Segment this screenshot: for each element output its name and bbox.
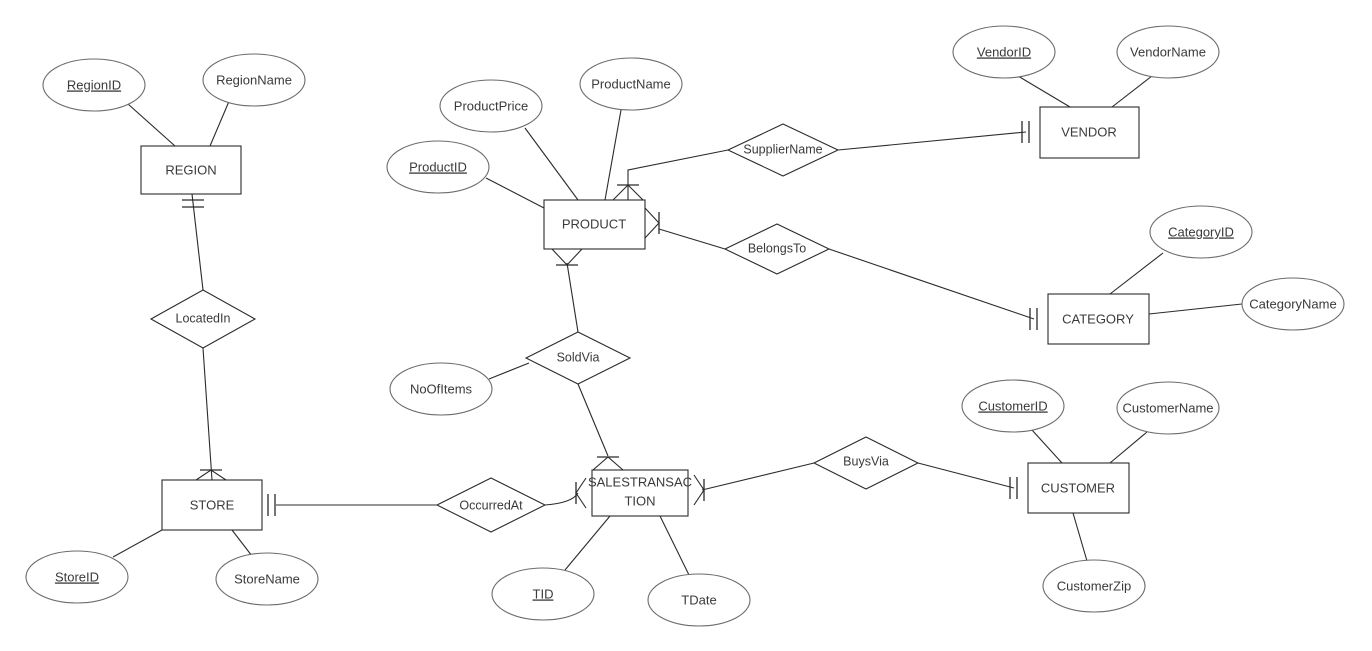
attribute-categoryid-label: CategoryID — [1168, 224, 1234, 239]
attribute-noofitems-label: NoOfItems — [410, 381, 473, 396]
link-buysvia-customer — [917, 462, 1015, 489]
attribute-productprice-label: ProductPrice — [454, 98, 528, 113]
attribute-productprice[interactable]: ProductPrice — [439, 79, 543, 133]
entity-region[interactable]: REGION — [140, 145, 242, 195]
entity-store[interactable]: STORE — [161, 479, 263, 531]
link-product-soldvia — [566, 262, 579, 333]
attribute-productid[interactable]: ProductID — [386, 140, 490, 194]
link-product-belongsto — [658, 228, 726, 250]
attribute-vendorname-label: VendorName — [1130, 44, 1206, 59]
attribute-productid-label: ProductID — [409, 159, 467, 174]
attribute-categoryname[interactable]: CategoryName — [1241, 277, 1345, 331]
attribute-customername[interactable]: CustomerName — [1116, 381, 1220, 435]
entity-product-label: PRODUCT — [562, 216, 626, 231]
attribute-regionname[interactable]: RegionName — [202, 53, 306, 107]
attribute-regionname-label: RegionName — [216, 72, 292, 87]
entity-category-label: CATEGORY — [1062, 311, 1134, 326]
attribute-tdate-label: TDate — [681, 592, 716, 607]
link-store-storeid — [112, 529, 163, 558]
link-locatedin-store — [202, 347, 213, 481]
link-vendor-vendorid — [1017, 75, 1071, 108]
relationship-occurredat-label: OccurredAt — [459, 498, 523, 512]
link-belongsto-category — [828, 248, 1035, 320]
relationship-belongsto[interactable]: BelongsTo — [723, 223, 831, 275]
relationship-suppliername[interactable]: SupplierName — [726, 123, 840, 177]
attribute-regionid-label: RegionID — [67, 77, 121, 92]
entity-salestransaction-label-line2: TION — [624, 493, 655, 508]
entity-customer-label: CUSTOMER — [1041, 480, 1115, 495]
attribute-vendorid-label: VendorID — [977, 44, 1031, 59]
attribute-customerzip-label: CustomerZip — [1057, 578, 1131, 593]
attribute-customerid[interactable]: CustomerID — [961, 379, 1065, 433]
attribute-categoryid[interactable]: CategoryID — [1149, 205, 1253, 259]
attribute-regionid[interactable]: RegionID — [42, 58, 146, 112]
attribute-storeid-label: StoreID — [55, 569, 99, 584]
attribute-tid[interactable]: TID — [491, 567, 595, 621]
attribute-productname-label: ProductName — [591, 76, 670, 91]
entity-vendor[interactable]: VENDOR — [1039, 106, 1140, 159]
entity-customer[interactable]: CUSTOMER — [1027, 462, 1130, 514]
link-vendor-vendorname — [1111, 75, 1153, 108]
entity-product[interactable]: PRODUCT — [543, 199, 646, 250]
attribute-productname[interactable]: ProductName — [579, 57, 683, 111]
attribute-storename-label: StoreName — [234, 571, 300, 586]
link-occurredat-salestransaction — [544, 492, 579, 506]
relationship-buysvia-label: BuysVia — [843, 454, 889, 468]
entity-region-label: REGION — [165, 162, 216, 177]
entity-boxes: REGION STORE PRODUCT VENDOR CATEGORY SAL… — [140, 106, 1150, 531]
attribute-customerzip[interactable]: CustomerZip — [1042, 559, 1146, 613]
er-diagram-canvas: LocatedIn SupplierName BelongsTo SoldVia… — [0, 0, 1372, 651]
link-salestransaction-tid — [564, 515, 611, 571]
link-region-regionid — [127, 103, 176, 147]
link-category-categoryname — [1148, 303, 1243, 315]
entity-store-label: STORE — [190, 497, 235, 512]
relationship-locatedin[interactable]: LocatedIn — [149, 289, 257, 349]
attribute-noofitems[interactable]: NoOfItems — [389, 362, 493, 416]
link-customer-customerid — [1031, 429, 1063, 464]
entity-category[interactable]: CATEGORY — [1047, 293, 1150, 345]
cardinality-many-product-right — [644, 207, 660, 239]
attribute-customerid-label: CustomerID — [978, 398, 1047, 413]
link-region-regionname — [209, 98, 231, 147]
link-soldvia-salestransaction — [577, 383, 609, 457]
relationship-suppliername-label: SupplierName — [743, 142, 822, 156]
attribute-vendorid[interactable]: VendorID — [952, 25, 1056, 79]
attribute-categoryname-label: CategoryName — [1249, 296, 1336, 311]
cardinality-many-salestransaction-top — [592, 456, 624, 471]
attribute-storeid[interactable]: StoreID — [25, 550, 129, 604]
entity-vendor-label: VENDOR — [1061, 124, 1117, 139]
cardinality-many-product-bottom — [551, 248, 583, 266]
er-diagram-svg: LocatedIn SupplierName BelongsTo SoldVia… — [25, 25, 1345, 627]
entity-salestransaction[interactable]: SALESTRANSAC TION — [588, 469, 692, 517]
link-product-productprice — [524, 127, 579, 201]
link-salestransaction-tdate — [659, 515, 690, 576]
cardinality-one-store-right — [267, 494, 276, 516]
link-store-storename — [231, 529, 253, 557]
relationship-soldvia[interactable]: SoldVia — [524, 331, 632, 385]
relationship-buysvia[interactable]: BuysVia — [812, 436, 920, 490]
attribute-tid-label: TID — [533, 586, 554, 601]
link-suppliername-vendor — [837, 131, 1027, 151]
link-customer-customername — [1109, 431, 1148, 464]
link-customer-customerzip — [1072, 512, 1088, 562]
link-category-categoryid — [1109, 252, 1164, 295]
link-region-locatedin — [191, 193, 204, 291]
attribute-vendorname[interactable]: VendorName — [1116, 25, 1220, 79]
relationship-occurredat[interactable]: OccurredAt — [435, 477, 547, 533]
relationship-diamonds: LocatedIn SupplierName BelongsTo SoldVia… — [149, 123, 920, 533]
relationship-belongsto-label: BelongsTo — [748, 241, 806, 255]
link-soldvia-noofitems — [488, 362, 530, 380]
link-product-productid — [485, 177, 545, 209]
attribute-tdate[interactable]: TDate — [647, 573, 751, 627]
relationship-locatedin-label: LocatedIn — [176, 311, 231, 325]
attribute-storename[interactable]: StoreName — [215, 552, 319, 606]
relationship-soldvia-label: SoldVia — [557, 350, 600, 364]
link-product-suppliername — [627, 149, 729, 200]
attribute-customername-label: CustomerName — [1122, 400, 1213, 415]
link-salestransaction-buysvia — [701, 462, 815, 491]
entity-salestransaction-label-line1: SALESTRANSAC — [588, 474, 692, 489]
link-product-productname — [604, 109, 622, 201]
cardinality-markers — [182, 121, 1038, 516]
